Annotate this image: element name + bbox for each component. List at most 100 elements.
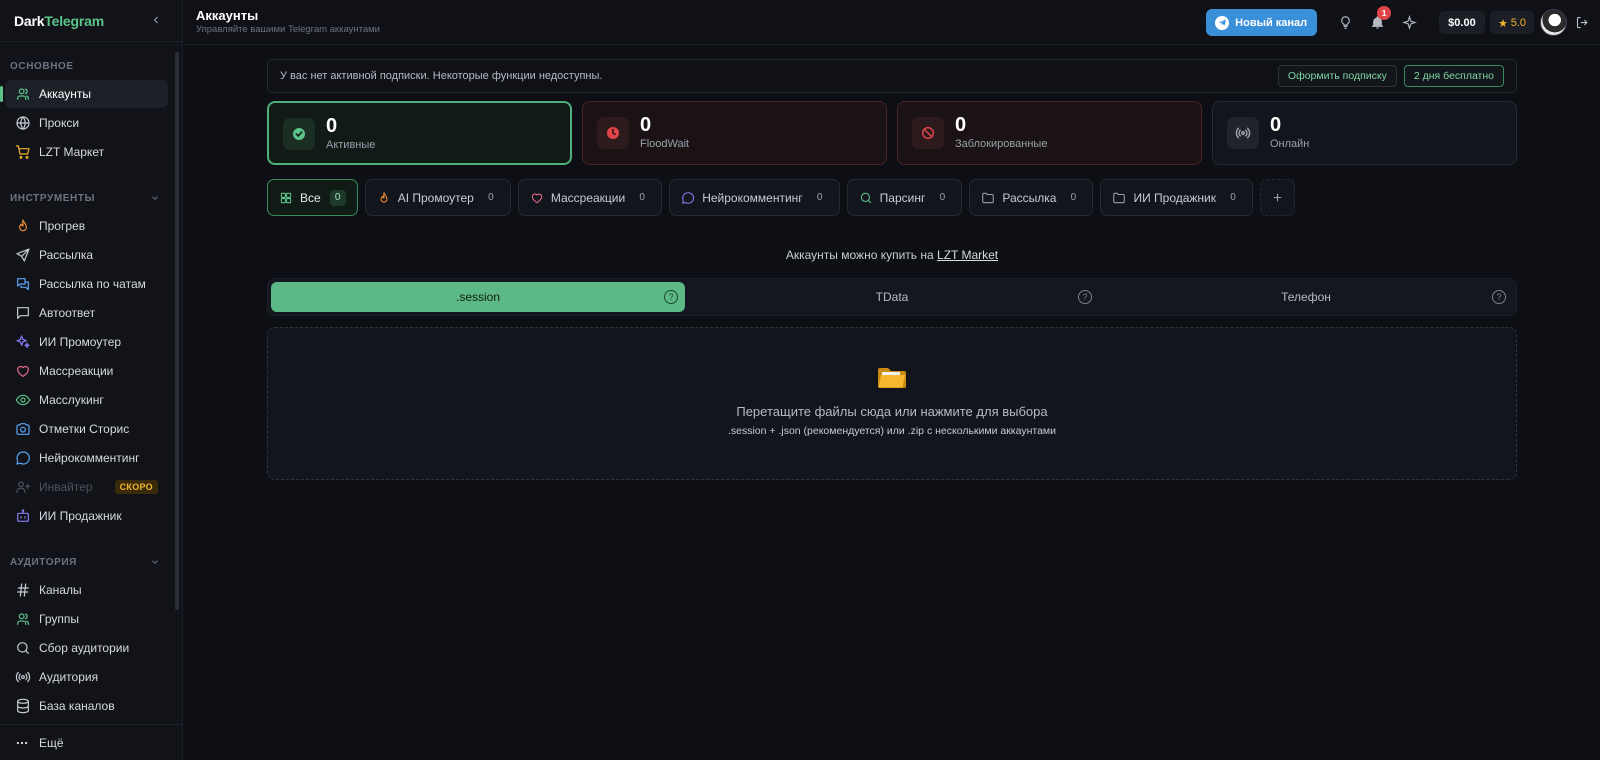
filter-count: 0 <box>1230 192 1236 203</box>
sidebar-item-label: Инвайтер <box>39 480 93 494</box>
sidebar-item-1-3[interactable]: Автоответ <box>5 299 168 327</box>
globe-icon <box>15 115 31 131</box>
sidebar-item-0-2[interactable]: LZT Маркет <box>5 138 168 166</box>
filter-label: Все <box>300 190 321 205</box>
filter-chip-4[interactable]: Парсинг 0 <box>846 179 963 216</box>
plus-icon <box>1271 191 1284 204</box>
filter-count: 0 <box>939 192 946 203</box>
lzt-market-link[interactable]: LZT Market <box>937 248 998 262</box>
sidebar-item-more[interactable]: Ещё <box>0 724 182 760</box>
filter-label: Рассылка <box>1002 190 1057 205</box>
chevron-down-icon[interactable] <box>150 193 160 203</box>
brand: DarkTelegram <box>0 0 182 42</box>
brand-logo[interactable]: DarkTelegram <box>14 13 104 29</box>
sidebar-item-1-2[interactable]: Рассылка по чатам <box>5 270 168 298</box>
sidebar-scrollbar[interactable] <box>175 52 179 610</box>
filter-chips: Все 0 AI Промоутер 0 Массреакции 0 Нейрокоммен… <box>267 179 1517 216</box>
grid-icon <box>279 191 293 205</box>
sidebar-section-title[interactable]: ИНСТРУМЕНТЫ <box>0 188 182 208</box>
help-icon[interactable]: ? <box>1078 290 1092 304</box>
sidebar-item-1-6[interactable]: Масслукинг <box>5 386 168 414</box>
sidebar-item-label: Массреакции <box>39 364 114 378</box>
filter-chip-2[interactable]: Массреакции 0 <box>517 179 663 216</box>
sidebar-item-label: Автоответ <box>39 306 96 320</box>
sidebar-item-0-1[interactable]: Прокси <box>5 109 168 137</box>
stat-label: Активные <box>326 139 376 151</box>
bot-icon <box>15 508 31 524</box>
stat-card-2[interactable]: 0 Заблокированные <box>897 101 1202 165</box>
radio-icon <box>1227 117 1259 149</box>
stat-label: Заблокированные <box>955 138 1048 150</box>
folder-icon <box>981 191 995 205</box>
chats-icon <box>15 276 31 292</box>
sidebar-item-2-3[interactable]: Аудитория <box>5 663 168 691</box>
sidebar-item-label: Масслукинг <box>39 393 104 407</box>
filter-chip-6[interactable]: ИИ Продажник 0 <box>1100 179 1254 216</box>
sidebar-item-2-4[interactable]: База каналов <box>5 692 168 720</box>
sidebar-item-label: Рассылка по чатам <box>39 277 146 291</box>
subscribe-button[interactable]: Оформить подписку <box>1277 65 1397 87</box>
sidebar-nav: ОСНОВНОЕ Аккаунты Прокси LZT Маркет ИНСТРУМЕ… <box>0 56 182 720</box>
sidebar-item-2-1[interactable]: Группы <box>5 605 168 633</box>
main-content: У вас нет активной подписки. Некоторые ф… <box>267 59 1517 480</box>
chevron-left-icon[interactable] <box>150 14 162 26</box>
tab-1[interactable]: TData? <box>685 282 1099 312</box>
sidebar-item-1-8[interactable]: Нейрокомментинг <box>5 444 168 472</box>
sidebar-item-2-2[interactable]: Сбор аудитории <box>5 634 168 662</box>
hash-icon <box>15 582 31 598</box>
import-type-tabs: .session? TData? Телефон? <box>267 278 1517 316</box>
sidebar-item-1-10[interactable]: ИИ Продажник <box>5 502 168 530</box>
star-icon <box>1498 18 1508 28</box>
cart-icon <box>15 144 31 160</box>
filter-chip-5[interactable]: Рассылка 0 <box>969 179 1094 216</box>
tab-0[interactable]: .session? <box>271 282 685 312</box>
stat-card-1[interactable]: 0 FloodWait <box>582 101 887 165</box>
database-icon <box>15 698 31 714</box>
file-dropzone[interactable]: Перетащите файлы сюда или нажмите для вы… <box>267 327 1517 480</box>
rating-display[interactable]: 5.0 <box>1489 11 1534 34</box>
sidebar-item-label: Прокси <box>39 116 80 130</box>
help-icon[interactable]: ? <box>664 290 678 304</box>
sidebar-item-1-1[interactable]: Рассылка <box>5 241 168 269</box>
flame-icon <box>377 191 391 205</box>
filter-chip-1[interactable]: AI Промоутер 0 <box>364 179 511 216</box>
free-trial-button[interactable]: 2 дня бесплатно <box>1403 65 1504 87</box>
add-filter-button[interactable] <box>1260 179 1296 216</box>
sidebar-section-title[interactable]: АУДИТОРИЯ <box>0 552 182 572</box>
sparkle-icon[interactable] <box>1393 9 1425 36</box>
sidebar-item-1-0[interactable]: Прогрев <box>5 212 168 240</box>
stat-card-0[interactable]: 0 Активные <box>267 101 572 165</box>
filter-count: 0 <box>488 192 494 203</box>
filter-chip-0[interactable]: Все 0 <box>267 179 358 216</box>
tab-2[interactable]: Телефон? <box>1099 282 1513 312</box>
notification-badge: 1 <box>1377 6 1392 20</box>
sidebar-item-0-0[interactable]: Аккаунты <box>0 80 168 108</box>
sidebar-item-label: База каналов <box>39 699 115 713</box>
stat-card-3[interactable]: 0 Онлайн <box>1212 101 1517 165</box>
sidebar-item-1-4[interactable]: ИИ Промоутер <box>5 328 168 356</box>
top-header: Аккаунты Управляйте вашими Telegram акка… <box>184 0 1600 45</box>
logout-icon[interactable] <box>1575 15 1590 30</box>
flame-icon <box>15 218 31 234</box>
sidebar-item-label: Нейрокомментинг <box>39 451 140 465</box>
lightbulb-icon[interactable] <box>1329 9 1361 36</box>
balance-display[interactable]: $0.00 <box>1439 11 1485 34</box>
filter-count: 0 <box>639 192 645 203</box>
chevron-down-icon[interactable] <box>150 557 160 567</box>
help-icon[interactable]: ? <box>1492 290 1506 304</box>
sidebar-item-1-7[interactable]: Отметки Сторис <box>5 415 168 443</box>
filter-chip-3[interactable]: Нейрокомментинг 0 <box>669 179 840 216</box>
sidebar-item-label: Аудитория <box>39 670 99 684</box>
filter-count: 0 <box>329 189 346 206</box>
stat-value: 0 <box>640 114 652 136</box>
folder-icon <box>877 366 907 390</box>
bell-icon[interactable]: 1 <box>1361 6 1393 36</box>
new-channel-button[interactable]: Новый канал <box>1206 9 1318 36</box>
avatar[interactable] <box>1540 9 1567 36</box>
sidebar-item-label: Сбор аудитории <box>39 641 130 655</box>
heart-icon <box>530 191 544 205</box>
market-hint: Аккаунты можно купить на LZT Market <box>785 248 999 262</box>
sidebar-item-1-5[interactable]: Массреакции <box>5 357 168 385</box>
sidebar-item-2-0[interactable]: Каналы <box>5 576 168 604</box>
sidebar-item-label: Аккаунты <box>39 87 92 101</box>
